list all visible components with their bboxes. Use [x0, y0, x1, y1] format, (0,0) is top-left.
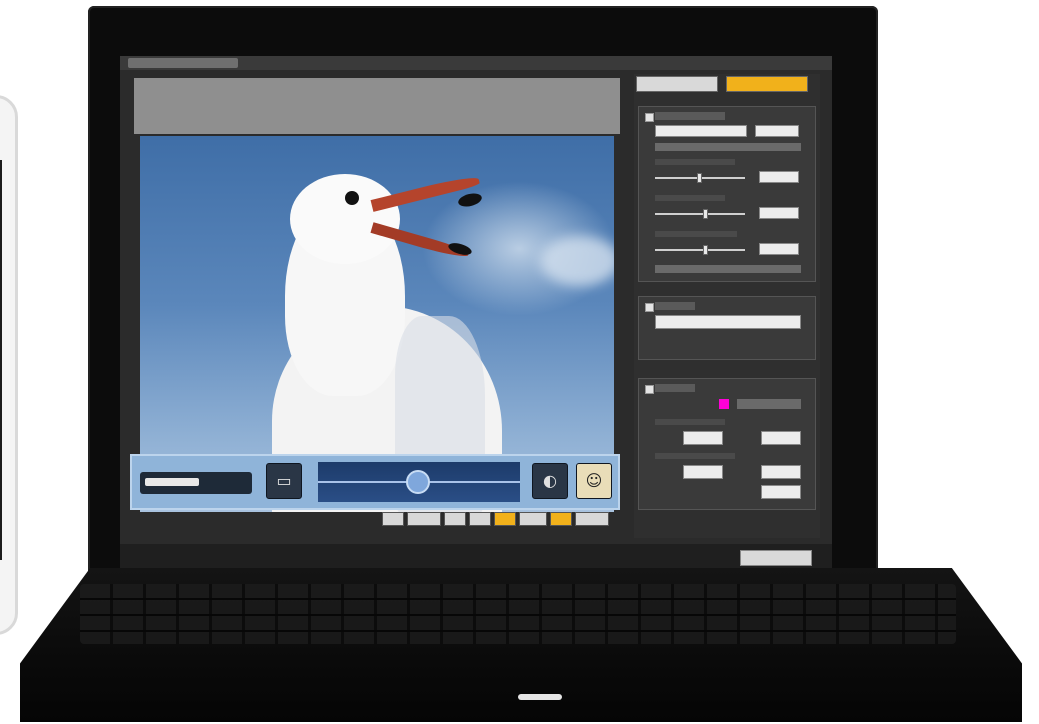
position-label-2	[655, 453, 735, 459]
progress-fill	[145, 478, 199, 486]
size-h-field[interactable]	[761, 465, 801, 479]
slider-1-value[interactable]	[759, 171, 799, 183]
slider-3-value[interactable]	[759, 243, 799, 255]
gull-beak-tip	[456, 191, 484, 209]
gull-head	[290, 174, 400, 264]
color-bar	[737, 399, 801, 409]
settings-panel	[634, 74, 820, 538]
settings-section-1	[638, 106, 816, 282]
gull-eye	[345, 191, 359, 205]
slider-3-track[interactable]	[655, 249, 745, 251]
section-1-bar	[655, 143, 801, 151]
slider-2-track[interactable]	[655, 213, 745, 215]
size-w-field[interactable]	[683, 465, 723, 479]
progress-bar[interactable]	[140, 472, 252, 494]
window-title	[128, 58, 238, 68]
slider-3-thumb[interactable]	[703, 245, 708, 255]
cloud	[540, 236, 614, 286]
section-3-checkbox[interactable]	[645, 385, 654, 394]
section-2-dropdown[interactable]	[655, 315, 801, 329]
tool-button-row	[382, 512, 612, 528]
tool-button-3[interactable]	[444, 512, 466, 526]
slider-knob[interactable]	[406, 470, 430, 494]
zoom-slider[interactable]	[318, 462, 520, 502]
section-2-checkbox[interactable]	[645, 303, 654, 312]
slider-3-label	[655, 231, 737, 237]
slider-1-label	[655, 159, 735, 165]
settings-section-2	[638, 296, 816, 360]
slider-1-thumb[interactable]	[697, 173, 702, 183]
tool-button-1[interactable]	[382, 512, 404, 526]
contrast-icon[interactable]: ◐	[532, 463, 568, 499]
tool-button-7[interactable]	[550, 512, 572, 526]
color-swatch[interactable]	[719, 399, 729, 409]
top-button-right[interactable]	[726, 76, 808, 92]
close-button[interactable]	[740, 550, 812, 566]
section-1-dropdown[interactable]	[755, 125, 799, 137]
smartphone-device	[0, 95, 18, 635]
power-indicator	[518, 694, 562, 700]
tool-button-6[interactable]	[519, 512, 547, 526]
section-1-checkbox[interactable]	[645, 113, 654, 122]
section-1-checkbox-label	[655, 112, 725, 120]
keyboard	[80, 584, 956, 644]
section-1-text-field[interactable]	[655, 125, 747, 137]
tool-button-8[interactable]	[575, 512, 609, 526]
preview-top-band	[134, 78, 620, 134]
slider-2-label	[655, 195, 725, 201]
brightness-icon[interactable]: ▭	[266, 463, 302, 499]
section-3-checkbox-label	[655, 384, 695, 392]
slider-2-thumb[interactable]	[703, 209, 708, 219]
keyboard-row-divider	[80, 598, 956, 600]
smartphone-screen	[0, 160, 2, 560]
section-1-bottom-bar	[655, 265, 801, 273]
section-2-checkbox-label	[655, 302, 695, 310]
position-x-field[interactable]	[683, 431, 723, 445]
window-titlebar	[120, 56, 832, 70]
window-bottom-bar	[120, 544, 832, 572]
face-icon[interactable]: ☺	[576, 463, 612, 499]
extra-field[interactable]	[761, 485, 801, 499]
settings-section-3	[638, 378, 816, 510]
top-button-left[interactable]	[636, 76, 718, 92]
position-label-1	[655, 419, 725, 425]
keyboard-row-divider	[80, 614, 956, 616]
app-window: ▭ ◐ ☺	[120, 56, 832, 572]
tool-button-4[interactable]	[469, 512, 491, 526]
tool-button-5[interactable]	[494, 512, 516, 526]
preview-control-strip: ▭ ◐ ☺	[130, 454, 620, 510]
keyboard-row-divider	[80, 630, 956, 632]
position-y-field[interactable]	[761, 431, 801, 445]
slider-2-value[interactable]	[759, 207, 799, 219]
tool-button-2[interactable]	[407, 512, 441, 526]
